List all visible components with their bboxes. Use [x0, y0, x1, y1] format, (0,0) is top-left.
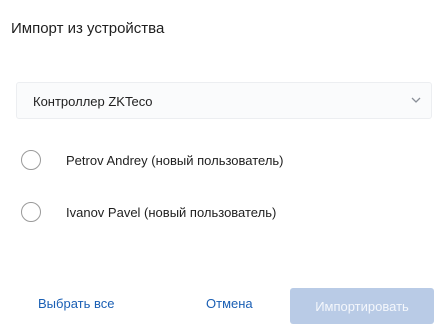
chevron-down-icon: [409, 93, 423, 107]
user-option-petrov[interactable]: Petrov Andrey (новый пользователь): [21, 150, 401, 176]
device-select-value: Контроллер ZKTeco: [33, 94, 153, 109]
user-option-ivanov[interactable]: Ivanov Pavel (новый пользователь): [21, 202, 401, 228]
import-dialog: Импорт из устройства Контроллер ZKTeco P…: [0, 0, 434, 328]
dialog-title: Импорт из устройства: [11, 20, 165, 37]
select-all-button[interactable]: Выбрать все: [38, 292, 114, 315]
user-option-label: Petrov Andrey (новый пользователь): [66, 153, 284, 168]
user-option-label: Ivanov Pavel (новый пользователь): [66, 205, 277, 220]
cancel-button[interactable]: Отмена: [206, 292, 253, 315]
device-select[interactable]: Контроллер ZKTeco: [16, 82, 432, 119]
import-button[interactable]: Импортировать: [290, 288, 434, 324]
radio-button[interactable]: [21, 202, 41, 222]
radio-button[interactable]: [21, 150, 41, 170]
